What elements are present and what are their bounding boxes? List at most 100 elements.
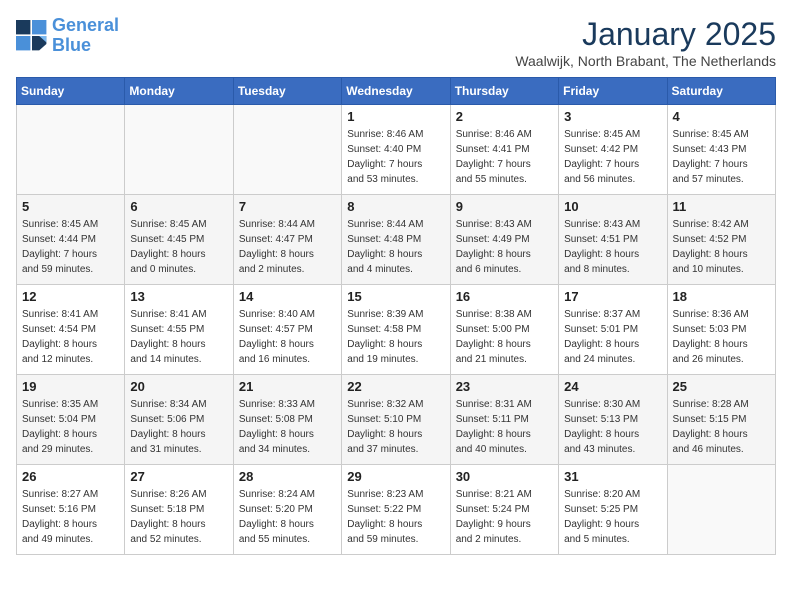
day-number: 2: [456, 109, 553, 124]
day-number: 7: [239, 199, 336, 214]
day-number: 13: [130, 289, 227, 304]
weekday-header: Tuesday: [233, 78, 341, 105]
day-info: Sunrise: 8:35 AMSunset: 5:04 PMDaylight:…: [22, 397, 119, 457]
day-info: Sunrise: 8:34 AMSunset: 5:06 PMDaylight:…: [130, 397, 227, 457]
calendar-cell: 10 Sunrise: 8:43 AMSunset: 4:51 PMDayligh…: [559, 195, 667, 285]
day-info: Sunrise: 8:37 AMSunset: 5:01 PMDaylight:…: [564, 307, 661, 367]
calendar-cell: 5Sunrise: 8:45 AMSunset: 4:44 PMDaylight…: [17, 195, 125, 285]
calendar-week-row: 19Sunrise: 8:35 AMSunset: 5:04 PMDayligh…: [17, 375, 776, 465]
day-number: 1: [347, 109, 444, 124]
calendar-cell: 2 Sunrise: 8:46 AMSunset: 4:41 PMDaylight…: [450, 105, 558, 195]
day-info: Sunrise: 8:31 AMSunset: 5:11 PMDaylight:…: [456, 397, 553, 457]
day-number: 24: [564, 379, 661, 394]
day-number: 31: [564, 469, 661, 484]
calendar-week-row: 1 Sunrise: 8:46 AMSunset: 4:40 PMDaylight…: [17, 105, 776, 195]
calendar-cell: 29 Sunrise: 8:23 AMSunset: 5:22 PMDayligh…: [342, 465, 450, 555]
day-info: Sunrise: 8:24 AMSunset: 5:20 PMDaylight:…: [239, 487, 336, 547]
calendar-cell: 14Sunrise: 8:40 AMSunset: 4:57 PMDayligh…: [233, 285, 341, 375]
calendar-cell: 12Sunrise: 8:41 AMSunset: 4:54 PMDayligh…: [17, 285, 125, 375]
day-number: 16: [456, 289, 553, 304]
weekday-header: Monday: [125, 78, 233, 105]
calendar-cell: 18 Sunrise: 8:36 AMSunset: 5:03 PMDayligh…: [667, 285, 775, 375]
day-number: 10: [564, 199, 661, 214]
month-title: January 2025: [515, 16, 776, 53]
day-number: 28: [239, 469, 336, 484]
calendar-cell: 11Sunrise: 8:42 AMSunset: 4:52 PMDayligh…: [667, 195, 775, 285]
calendar-cell: 28 Sunrise: 8:24 AMSunset: 5:20 PMDayligh…: [233, 465, 341, 555]
day-info: Sunrise: 8:45 AMSunset: 4:42 PMDaylight:…: [564, 127, 661, 187]
day-info: Sunrise: 8:44 AMSunset: 4:47 PMDaylight:…: [239, 217, 336, 277]
day-number: 25: [673, 379, 770, 394]
calendar-cell: 24 Sunrise: 8:30 AMSunset: 5:13 PMDayligh…: [559, 375, 667, 465]
weekday-header: Wednesday: [342, 78, 450, 105]
day-info: Sunrise: 8:45 AMSunset: 4:43 PMDaylight:…: [673, 127, 770, 187]
page-header: General Blue January 2025 Waalwijk, Nort…: [16, 16, 776, 69]
calendar-cell: 6 Sunrise: 8:45 AMSunset: 4:45 PMDaylight…: [125, 195, 233, 285]
day-number: 21: [239, 379, 336, 394]
day-info: Sunrise: 8:20 AMSunset: 5:25 PMDaylight:…: [564, 487, 661, 547]
calendar-cell: [233, 105, 341, 195]
calendar-cell: 27Sunrise: 8:26 AMSunset: 5:18 PMDayligh…: [125, 465, 233, 555]
calendar-cell: 1 Sunrise: 8:46 AMSunset: 4:40 PMDaylight…: [342, 105, 450, 195]
day-number: 23: [456, 379, 553, 394]
calendar-cell: [125, 105, 233, 195]
calendar-cell: 26Sunrise: 8:27 AMSunset: 5:16 PMDayligh…: [17, 465, 125, 555]
weekday-header-row: SundayMondayTuesdayWednesdayThursdayFrid…: [17, 78, 776, 105]
day-info: Sunrise: 8:43 AMSunset: 4:51 PMDaylight:…: [564, 217, 661, 277]
day-info: Sunrise: 8:41 AMSunset: 4:55 PMDaylight:…: [130, 307, 227, 367]
calendar-table: SundayMondayTuesdayWednesdayThursdayFrid…: [16, 77, 776, 555]
calendar-cell: [667, 465, 775, 555]
day-info: Sunrise: 8:41 AMSunset: 4:54 PMDaylight:…: [22, 307, 119, 367]
calendar-cell: 30 Sunrise: 8:21 AMSunset: 5:24 PMDayligh…: [450, 465, 558, 555]
calendar-cell: 17 Sunrise: 8:37 AMSunset: 5:01 PMDayligh…: [559, 285, 667, 375]
calendar-week-row: 12Sunrise: 8:41 AMSunset: 4:54 PMDayligh…: [17, 285, 776, 375]
day-number: 22: [347, 379, 444, 394]
day-info: Sunrise: 8:26 AMSunset: 5:18 PMDaylight:…: [130, 487, 227, 547]
day-info: Sunrise: 8:28 AMSunset: 5:15 PMDaylight:…: [673, 397, 770, 457]
logo: General Blue: [16, 16, 119, 56]
day-info: Sunrise: 8:46 AMSunset: 4:41 PMDaylight:…: [456, 127, 553, 187]
day-number: 14: [239, 289, 336, 304]
calendar-cell: 25 Sunrise: 8:28 AMSunset: 5:15 PMDayligh…: [667, 375, 775, 465]
day-info: Sunrise: 8:21 AMSunset: 5:24 PMDaylight:…: [456, 487, 553, 547]
day-info: Sunrise: 8:32 AMSunset: 5:10 PMDaylight:…: [347, 397, 444, 457]
calendar-cell: 7 Sunrise: 8:44 AMSunset: 4:47 PMDaylight…: [233, 195, 341, 285]
calendar-cell: 22 Sunrise: 8:32 AMSunset: 5:10 PMDayligh…: [342, 375, 450, 465]
weekday-header: Friday: [559, 78, 667, 105]
calendar-cell: 21 Sunrise: 8:33 AMSunset: 5:08 PMDayligh…: [233, 375, 341, 465]
day-info: Sunrise: 8:44 AMSunset: 4:48 PMDaylight:…: [347, 217, 444, 277]
calendar-cell: 13 Sunrise: 8:41 AMSunset: 4:55 PMDayligh…: [125, 285, 233, 375]
calendar-cell: 19Sunrise: 8:35 AMSunset: 5:04 PMDayligh…: [17, 375, 125, 465]
day-number: 8: [347, 199, 444, 214]
title-block: January 2025 Waalwijk, North Brabant, Th…: [515, 16, 776, 69]
calendar-cell: [17, 105, 125, 195]
calendar-cell: 20Sunrise: 8:34 AMSunset: 5:06 PMDayligh…: [125, 375, 233, 465]
day-info: Sunrise: 8:46 AMSunset: 4:40 PMDaylight:…: [347, 127, 444, 187]
day-number: 3: [564, 109, 661, 124]
calendar-cell: 8 Sunrise: 8:44 AMSunset: 4:48 PMDaylight…: [342, 195, 450, 285]
calendar-week-row: 5Sunrise: 8:45 AMSunset: 4:44 PMDaylight…: [17, 195, 776, 285]
weekday-header: Thursday: [450, 78, 558, 105]
day-info: Sunrise: 8:33 AMSunset: 5:08 PMDaylight:…: [239, 397, 336, 457]
weekday-header: Sunday: [17, 78, 125, 105]
logo-text: General Blue: [52, 16, 119, 56]
day-number: 30: [456, 469, 553, 484]
day-info: Sunrise: 8:23 AMSunset: 5:22 PMDaylight:…: [347, 487, 444, 547]
calendar-cell: 9Sunrise: 8:43 AMSunset: 4:49 PMDaylight…: [450, 195, 558, 285]
calendar-cell: 3 Sunrise: 8:45 AMSunset: 4:42 PMDaylight…: [559, 105, 667, 195]
day-info: Sunrise: 8:30 AMSunset: 5:13 PMDaylight:…: [564, 397, 661, 457]
day-info: Sunrise: 8:36 AMSunset: 5:03 PMDaylight:…: [673, 307, 770, 367]
calendar-week-row: 26Sunrise: 8:27 AMSunset: 5:16 PMDayligh…: [17, 465, 776, 555]
day-number: 17: [564, 289, 661, 304]
day-number: 4: [673, 109, 770, 124]
calendar-cell: 4 Sunrise: 8:45 AMSunset: 4:43 PMDaylight…: [667, 105, 775, 195]
day-number: 29: [347, 469, 444, 484]
day-number: 18: [673, 289, 770, 304]
day-info: Sunrise: 8:45 AMSunset: 4:45 PMDaylight:…: [130, 217, 227, 277]
day-info: Sunrise: 8:43 AMSunset: 4:49 PMDaylight:…: [456, 217, 553, 277]
day-number: 15: [347, 289, 444, 304]
day-number: 6: [130, 199, 227, 214]
day-number: 26: [22, 469, 119, 484]
weekday-header: Saturday: [667, 78, 775, 105]
day-number: 5: [22, 199, 119, 214]
